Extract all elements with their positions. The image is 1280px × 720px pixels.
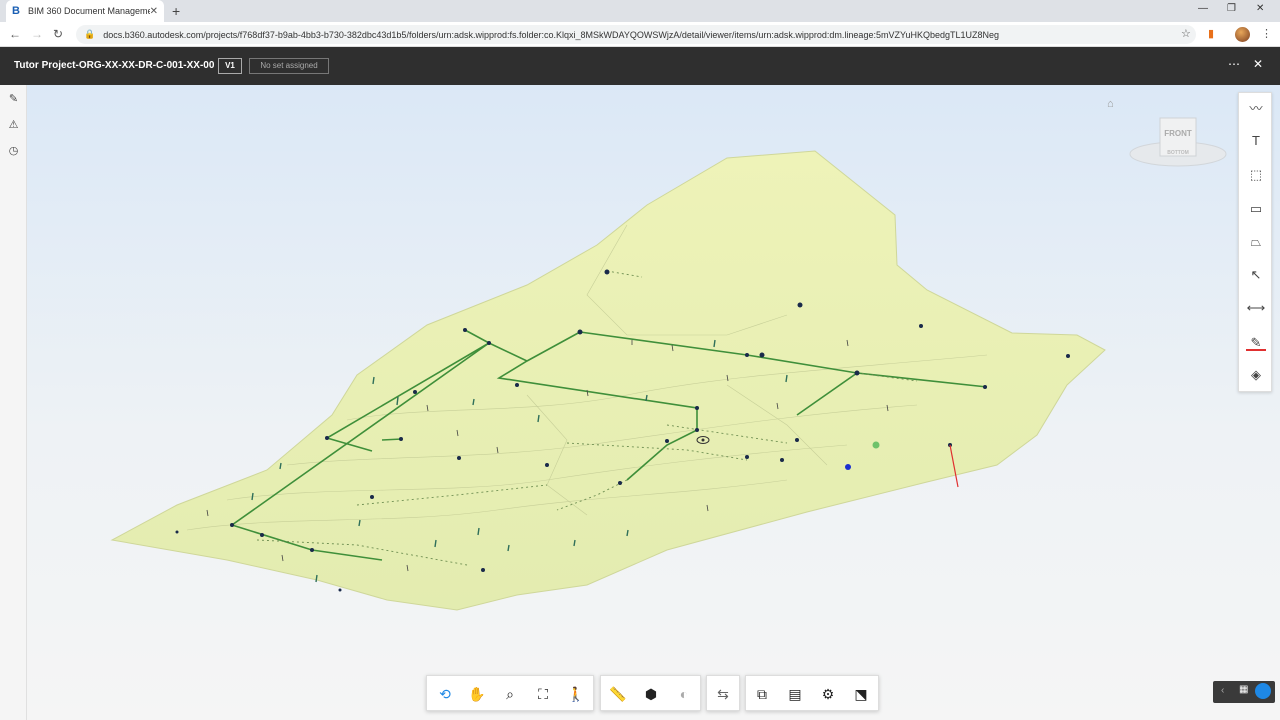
measure-icon[interactable]: 📏 — [607, 683, 629, 705]
view-cube-bottom-label: BOTTOM — [1167, 150, 1189, 156]
markup-icon[interactable]: ✎ — [6, 92, 21, 107]
first-person-icon[interactable]: 🚶 — [565, 683, 587, 705]
reload-icon[interactable]: ↻ — [53, 27, 63, 41]
more-options-icon[interactable]: ⋯ — [1228, 57, 1240, 71]
version-badge[interactable]: V1 — [218, 58, 242, 74]
dimension-icon[interactable]: ⟷ — [1246, 298, 1266, 318]
close-window-icon[interactable]: ✕ — [1256, 3, 1264, 14]
compare-icon[interactable]: ⇆ — [712, 683, 734, 705]
terrain-surface — [110, 150, 1106, 611]
browser-tab[interactable]: B BIM 360 Document Management ✕ — [6, 0, 164, 22]
url-text: docs.b360.autodesk.com/projects/f768df37… — [103, 29, 1000, 40]
issues-icon[interactable]: ⚠ — [6, 118, 21, 133]
minimize-icon[interactable]: — — [1198, 3, 1208, 14]
url-field[interactable]: 🔒 docs.b360.autodesk.com/projects/f768df… — [76, 25, 1196, 44]
freehand-icon[interactable]: 〰 — [1246, 99, 1266, 119]
browser-tab-strip: B BIM 360 Document Management ✕ + — ❐ ✕ — [0, 0, 1280, 22]
navigation-toolbar: ⟲ ✋ ⌕ ⛶ 🚶 — [426, 675, 594, 711]
set-status-badge[interactable]: No set assigned — [249, 58, 329, 74]
model-viewer-canvas[interactable] — [27, 85, 1280, 720]
graduation-cap-icon — [1255, 683, 1271, 699]
fullscreen-icon[interactable]: ⬔ — [850, 683, 872, 705]
bookmark-star-icon[interactable]: ☆ — [1181, 27, 1191, 40]
close-viewer-icon[interactable]: ✕ — [1253, 57, 1263, 71]
arrow-icon[interactable]: ↖ — [1246, 265, 1266, 285]
terrain-model — [110, 150, 1106, 611]
browser-menu-icon[interactable]: ⋮ — [1261, 27, 1272, 40]
profile-avatar[interactable] — [1235, 27, 1250, 42]
lock-icon: 🔒 — [84, 29, 96, 39]
fill-icon[interactable]: ◈ — [1246, 365, 1266, 385]
tab-title: BIM 360 Document Management — [28, 6, 150, 16]
properties-icon[interactable]: ▤ — [784, 683, 806, 705]
text-icon[interactable]: T — [1246, 131, 1266, 151]
view-cube-front-label: FRONT — [1164, 129, 1192, 138]
pen-color-icon[interactable]: ✎ — [1246, 333, 1266, 351]
explode-icon[interactable]: ◐ — [673, 683, 695, 705]
fit-icon[interactable]: ⛶ — [532, 683, 554, 705]
markup-toolbar: 〰 T ⬚ ▭ ⏢ ↖ ⟷ ✎ ◈ — [1238, 92, 1272, 392]
maximize-icon[interactable]: ❐ — [1227, 3, 1236, 14]
address-bar: ← → ↻ 🔒 docs.b360.autodesk.com/projects/… — [0, 22, 1280, 47]
model-browser-icon[interactable]: ⧉ — [751, 683, 773, 705]
home-view-icon[interactable]: ⌂ — [1107, 98, 1114, 110]
extension-icon[interactable]: ▮ — [1208, 27, 1214, 40]
learning-panel-button[interactable]: ‹ ▦ — [1213, 681, 1275, 703]
green-node-marker — [872, 441, 880, 449]
orbit-icon[interactable]: ⟲ — [434, 683, 456, 705]
analysis-toolbar: 📏 ⬢ ◐ — [600, 675, 701, 711]
model-toolbar: ⧉ ▤ ⚙ ⬔ — [745, 675, 879, 711]
back-icon[interactable]: ← — [9, 27, 21, 41]
new-tab-icon[interactable]: + — [172, 3, 180, 19]
compare-toolbar: ⇆ — [706, 675, 740, 711]
polygon-icon[interactable]: ⏢ — [1246, 232, 1266, 252]
zoom-icon[interactable]: ⌕ — [499, 683, 521, 705]
pipe-run — [381, 438, 403, 441]
close-tab-icon[interactable]: ✕ — [150, 6, 158, 17]
chevron-left-icon: ‹ — [1221, 685, 1225, 696]
left-panel-bar: ✎ ⚠ ◷ — [0, 85, 27, 720]
bim360-favicon-icon: B — [12, 5, 20, 17]
view-cube[interactable]: FRONT BOTTOM — [1128, 112, 1228, 177]
grid-icon: ▦ — [1239, 684, 1249, 695]
callout-icon[interactable]: ⬚ — [1246, 165, 1266, 185]
app-header: Tutor Project-ORG-XX-XX-DR-C-001-XX-00 V… — [0, 47, 1280, 85]
blue-node-marker — [845, 464, 851, 470]
history-icon[interactable]: ◷ — [6, 144, 21, 159]
section-icon[interactable]: ⬢ — [640, 683, 662, 705]
pan-icon[interactable]: ✋ — [466, 683, 488, 705]
rectangle-icon[interactable]: ▭ — [1246, 199, 1266, 219]
forward-icon[interactable]: → — [31, 27, 43, 41]
settings-icon[interactable]: ⚙ — [817, 683, 839, 705]
project-title: Tutor Project-ORG-XX-XX-DR-C-001-XX-00 — [14, 60, 215, 71]
